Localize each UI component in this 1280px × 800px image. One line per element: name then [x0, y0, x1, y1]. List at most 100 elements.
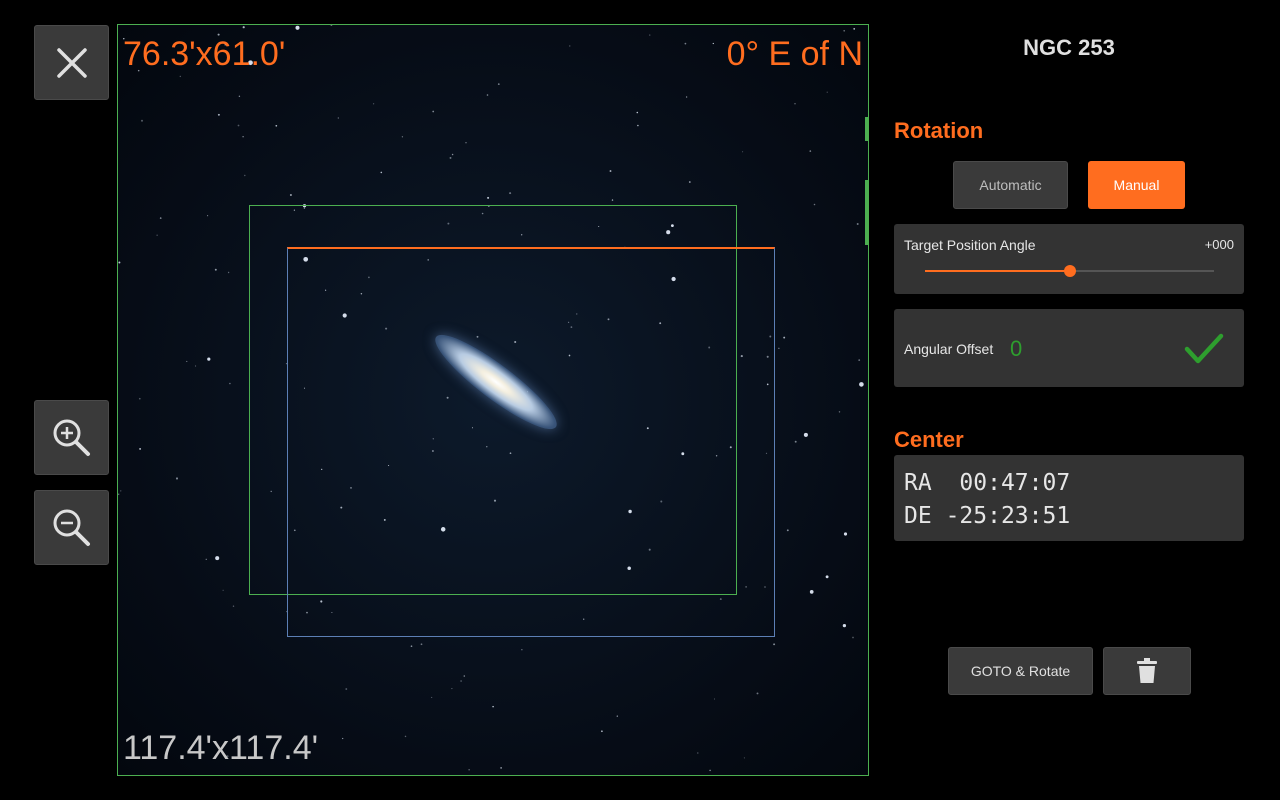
- star: [487, 196, 490, 199]
- star: [120, 490, 122, 492]
- star: [242, 136, 244, 138]
- star: [713, 698, 716, 700]
- position-angle-value: +000: [1204, 237, 1234, 252]
- star: [460, 680, 462, 682]
- star: [794, 103, 796, 105]
- star: [380, 171, 383, 174]
- star: [337, 117, 339, 119]
- angular-offset-label: Angular Offset: [904, 341, 994, 357]
- star: [372, 103, 375, 105]
- star: [431, 696, 433, 698]
- center-coordinates-card: RA 00:47:07 DE -25:23:51: [894, 455, 1244, 541]
- star: [275, 124, 278, 127]
- star: [649, 34, 651, 36]
- star: [207, 357, 211, 361]
- star: [637, 124, 639, 127]
- view-fov-label: 117.4'x117.4': [123, 729, 319, 767]
- star: [232, 605, 235, 607]
- star: [214, 268, 217, 271]
- star: [611, 199, 614, 201]
- star: [449, 156, 452, 159]
- slider-thumb[interactable]: [1063, 265, 1076, 277]
- star: [237, 124, 240, 127]
- star: [222, 589, 224, 591]
- star: [825, 575, 829, 579]
- star: [238, 95, 241, 98]
- star: [401, 136, 404, 138]
- close-icon: [56, 47, 87, 78]
- manual-mode-button[interactable]: Manual: [1088, 161, 1185, 209]
- star: [843, 29, 846, 32]
- star: [521, 649, 523, 651]
- star: [697, 752, 699, 754]
- de-value: -25:23:51: [945, 503, 1071, 529]
- star: [500, 767, 502, 769]
- star: [684, 42, 687, 45]
- sky-viewport[interactable]: 76.3'x61.0' 0° E of N 117.4'x117.4': [117, 24, 869, 776]
- star: [139, 447, 142, 450]
- de-row: DE -25:23:51: [904, 503, 1070, 529]
- orientation-label: 0° E of N: [726, 35, 863, 73]
- position-angle-slider[interactable]: [925, 265, 1214, 277]
- star: [778, 347, 780, 349]
- star: [601, 730, 603, 733]
- star: [858, 359, 861, 361]
- star: [451, 153, 454, 156]
- goto-rotate-button[interactable]: GOTO & Rotate: [948, 647, 1093, 695]
- star: [244, 174, 246, 177]
- checkmark-icon[interactable]: [1184, 333, 1224, 365]
- slider-fill: [925, 270, 1070, 272]
- angular-offset-value[interactable]: 0: [1010, 336, 1022, 362]
- star: [468, 769, 470, 771]
- star: [410, 645, 413, 648]
- star: [809, 590, 814, 594]
- close-button[interactable]: [34, 25, 109, 100]
- star: [842, 623, 847, 628]
- star: [509, 192, 512, 195]
- star: [783, 336, 786, 339]
- zoom-in-icon: [53, 419, 90, 456]
- star: [794, 440, 797, 443]
- camera-fov-label: 76.3'x61.0': [123, 35, 286, 73]
- angular-offset-card: Angular Offset 0: [894, 309, 1244, 387]
- star: [709, 769, 711, 772]
- star: [207, 215, 209, 217]
- automatic-mode-button[interactable]: Automatic: [953, 161, 1068, 209]
- star: [205, 558, 207, 560]
- star: [742, 151, 744, 153]
- edge-marker: [865, 117, 868, 141]
- star: [242, 26, 245, 29]
- star: [330, 25, 333, 26]
- zoom-in-button[interactable]: [34, 400, 109, 475]
- camera-frame-blue[interactable]: [287, 247, 775, 637]
- star: [786, 529, 789, 532]
- star: [179, 75, 181, 78]
- edge-marker: [865, 180, 868, 245]
- star: [688, 181, 691, 183]
- star: [773, 643, 776, 646]
- star: [569, 45, 571, 47]
- star: [497, 83, 500, 85]
- star: [486, 94, 489, 96]
- star: [227, 271, 230, 274]
- star: [159, 217, 162, 219]
- star: [859, 382, 864, 387]
- object-name: NGC 253: [1023, 35, 1115, 60]
- star: [843, 532, 848, 536]
- star: [616, 715, 618, 717]
- position-angle-card: Target Position Angle +000: [894, 224, 1244, 294]
- de-label: DE: [904, 503, 932, 529]
- star: [217, 113, 220, 116]
- control-panel: NGC 253 Rotation Automatic Manual Target…: [894, 0, 1244, 800]
- star: [813, 203, 816, 206]
- star: [809, 150, 812, 152]
- zoom-out-button[interactable]: [34, 490, 109, 565]
- star: [432, 110, 435, 113]
- star: [138, 397, 141, 400]
- star: [636, 111, 639, 114]
- zoom-out-icon: [53, 509, 90, 546]
- ra-row: RA 00:47:07: [904, 470, 1070, 496]
- star: [465, 142, 467, 144]
- star: [852, 636, 854, 639]
- delete-button[interactable]: [1103, 647, 1191, 695]
